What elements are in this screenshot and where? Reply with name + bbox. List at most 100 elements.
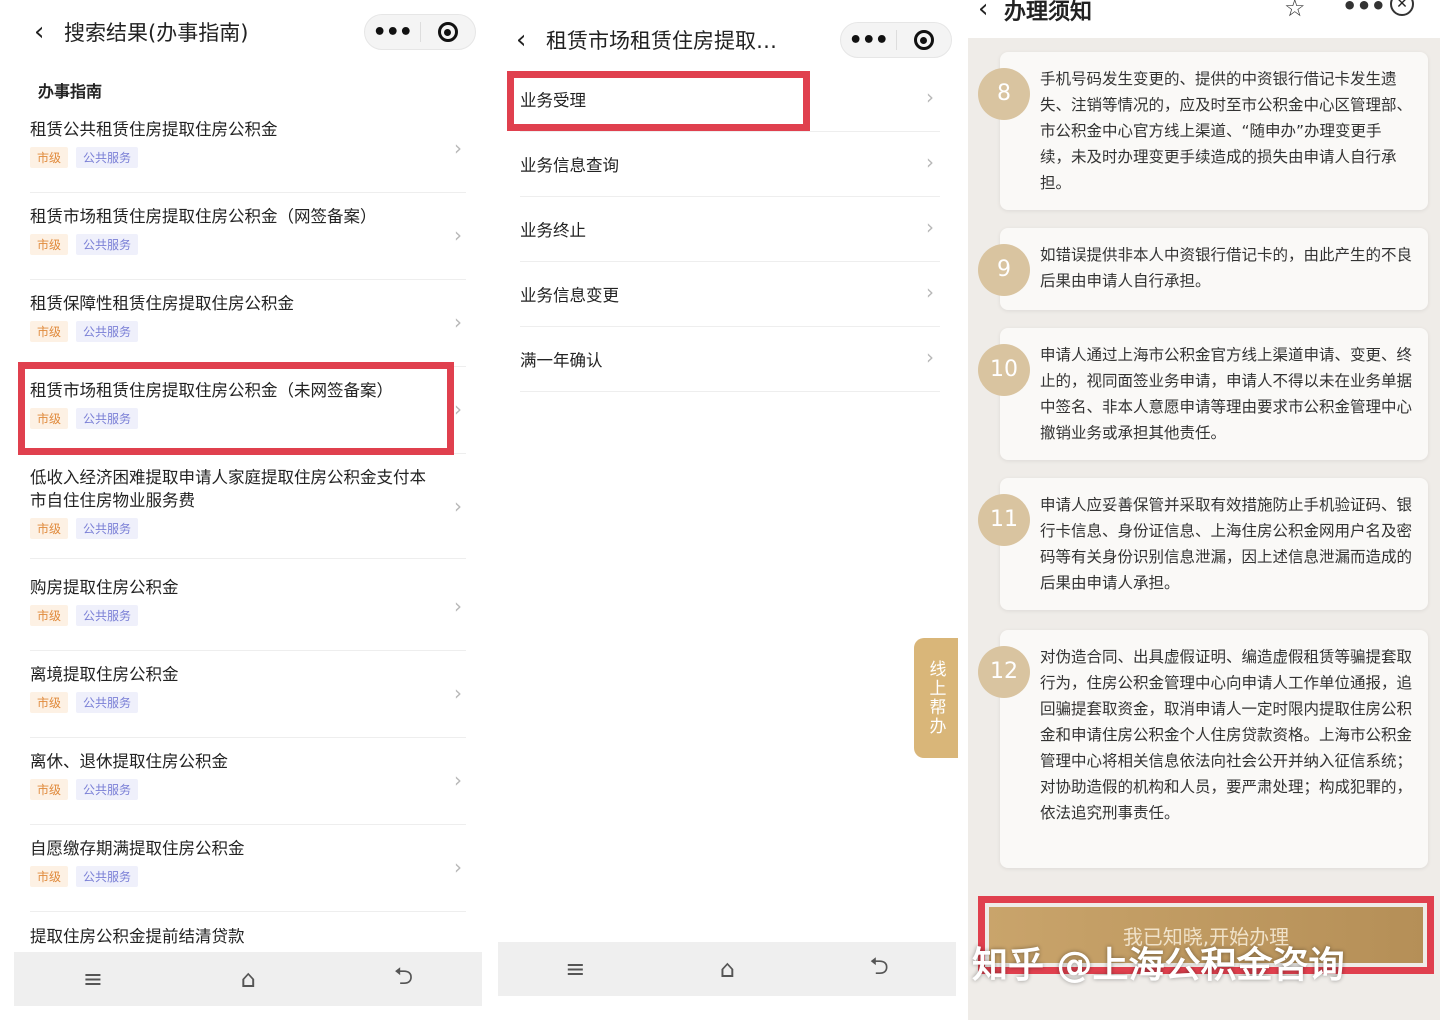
note-number: 8 bbox=[978, 68, 1030, 120]
chevron-right-icon: › bbox=[926, 85, 934, 109]
service-tag: 公共服务 bbox=[76, 147, 139, 168]
online-help-button[interactable]: 线上帮办 bbox=[914, 638, 958, 758]
chevron-right-icon: › bbox=[454, 310, 462, 334]
notice-panel: ‹ 办理须知 ☆ ••• ✕ 8 手机号码发生变更的、提供的中资银行借记卡发生遗… bbox=[968, 0, 1440, 1020]
chevron-right-icon: › bbox=[454, 494, 462, 518]
list-item[interactable]: 自愿缴存期满提取住房公积金 市级 公共服务 › bbox=[30, 837, 466, 912]
chevron-right-icon: › bbox=[454, 681, 462, 705]
level-tag: 市级 bbox=[30, 321, 69, 342]
chevron-right-icon: › bbox=[926, 150, 934, 174]
level-tag: 市级 bbox=[30, 866, 69, 887]
more-dots-icon[interactable]: ••• bbox=[365, 20, 420, 45]
chevron-right-icon: › bbox=[454, 223, 462, 247]
menu-item-label: 满一年确认 bbox=[520, 351, 603, 370]
list-item[interactable]: 租赁公共租赁住房提取住房公积金 市级 公共服务 › bbox=[30, 118, 466, 193]
note-text: 申请人通过上海市公积金官方线上渠道申请、变更、终止的，视同面签业务申请，申请人不… bbox=[1040, 346, 1413, 442]
menu-item-terminate[interactable]: 业务终止 › bbox=[520, 197, 940, 262]
service-tag: 公共服务 bbox=[76, 321, 139, 342]
service-tag: 公共服务 bbox=[76, 692, 139, 713]
section-title: 办事指南 bbox=[38, 82, 103, 101]
menu-item-label: 业务信息变更 bbox=[520, 286, 619, 305]
bottom-navbar: ≡ ⌂ ⮌ bbox=[14, 952, 482, 1006]
level-tag: 市级 bbox=[30, 692, 69, 713]
bottom-navbar: ≡ ⌂ ⮌ bbox=[498, 942, 956, 996]
highlight-box bbox=[18, 362, 454, 455]
note-number: 12 bbox=[978, 646, 1030, 698]
menu-item-query[interactable]: 业务信息查询 › bbox=[520, 132, 940, 197]
list-item[interactable]: 离休、退休提取住房公积金 市级 公共服务 › bbox=[30, 750, 466, 825]
chevron-left-icon[interactable]: ‹ bbox=[34, 17, 64, 47]
list-item[interactable]: 低收入经济困难提取申请人家庭提取住房公积金支付本市自住住房物业服务费 市级 公共服… bbox=[30, 466, 466, 559]
list-item[interactable]: 租赁保障性租赁住房提取住房公积金 市级 公共服务 › bbox=[30, 292, 466, 367]
note-card: 11 申请人应妥善保管并采取有效措施防止手机验证码、银行卡信息、身份证信息、上海… bbox=[978, 478, 1428, 610]
list-item[interactable]: 提取住房公积金提前结清贷款 bbox=[30, 925, 466, 955]
more-dots-icon[interactable]: ••• bbox=[841, 28, 896, 53]
item-title: 离境提取住房公积金 bbox=[30, 665, 179, 684]
level-tag: 市级 bbox=[30, 779, 69, 800]
menu-item-label: 业务终止 bbox=[520, 221, 586, 240]
business-menu-panel: ‹ 租赁市场租赁住房提取… ••• 业务受理 › 业务信息查询 › 业务终止 ›… bbox=[490, 0, 968, 1020]
note-text: 对伪造合同、出具虚假证明、编造虚假租赁等骗提套取行为，住房公积金管理中心向申请人… bbox=[1040, 648, 1413, 822]
chevron-left-icon[interactable]: ‹ bbox=[978, 0, 988, 24]
item-title: 租赁公共租赁住房提取住房公积金 bbox=[30, 120, 278, 139]
menu-item-label: 业务信息查询 bbox=[520, 156, 619, 175]
item-title: 离休、退休提取住房公积金 bbox=[30, 752, 228, 771]
list-item[interactable]: 租赁市场租赁住房提取住房公积金（网签备案） 市级 公共服务 › bbox=[30, 205, 466, 280]
page-title: 搜索结果(办事指南) bbox=[64, 21, 249, 45]
note-text: 如错误提供非本人中资银行借记卡的，由此产生的不良后果由申请人自行承担。 bbox=[1040, 246, 1413, 290]
chevron-right-icon: › bbox=[454, 136, 462, 160]
list-item[interactable]: 购房提取住房公积金 市级 公共服务 › bbox=[30, 576, 466, 651]
record-icon[interactable] bbox=[421, 22, 476, 42]
note-text: 申请人应妥善保管并采取有效措施防止手机验证码、银行卡信息、身份证信息、上海住房公… bbox=[1040, 496, 1413, 592]
note-text: 手机号码发生变更的、提供的中资银行借记卡发生遗失、注销等情况的，应及时至市公积金… bbox=[1040, 70, 1413, 192]
home-icon[interactable]: ⌂ bbox=[241, 965, 256, 993]
chevron-left-icon[interactable]: ‹ bbox=[516, 25, 546, 55]
watermark: 知乎 @上海公积金咨询 bbox=[972, 945, 1345, 986]
note-number: 10 bbox=[978, 344, 1030, 396]
note-number: 11 bbox=[978, 494, 1030, 546]
list-item[interactable]: 离境提取住房公积金 市级 公共服务 › bbox=[30, 663, 466, 738]
item-title: 提取住房公积金提前结清贷款 bbox=[30, 927, 245, 946]
menu-item-change[interactable]: 业务信息变更 › bbox=[520, 262, 940, 327]
menu-item-confirm[interactable]: 满一年确认 › bbox=[520, 327, 940, 392]
home-icon[interactable]: ⌂ bbox=[720, 955, 735, 983]
chevron-right-icon: › bbox=[926, 345, 934, 369]
menu-icon[interactable]: ≡ bbox=[565, 955, 585, 983]
chevron-right-icon: › bbox=[926, 280, 934, 304]
chevron-right-icon: › bbox=[454, 768, 462, 792]
record-icon[interactable] bbox=[897, 30, 952, 50]
menu-icon[interactable]: ≡ bbox=[83, 965, 103, 993]
back-icon[interactable]: ⮌ bbox=[394, 959, 413, 1000]
level-tag: 市级 bbox=[30, 234, 69, 255]
close-icon[interactable]: ✕ bbox=[1390, 0, 1414, 16]
more-dots-icon[interactable]: ••• bbox=[1342, 0, 1386, 20]
mini-program-capsule: ••• bbox=[840, 22, 952, 58]
service-tag: 公共服务 bbox=[76, 234, 139, 255]
item-title: 租赁市场租赁住房提取住房公积金（网签备案） bbox=[30, 207, 377, 226]
level-tag: 市级 bbox=[30, 518, 69, 539]
level-tag: 市级 bbox=[30, 605, 69, 626]
chevron-right-icon: › bbox=[926, 215, 934, 239]
page-title: 租赁市场租赁住房提取… bbox=[546, 29, 777, 53]
service-tag: 公共服务 bbox=[76, 866, 139, 887]
service-tag: 公共服务 bbox=[76, 779, 139, 800]
item-title: 租赁保障性租赁住房提取住房公积金 bbox=[30, 294, 294, 313]
item-title: 购房提取住房公积金 bbox=[30, 578, 179, 597]
level-tag: 市级 bbox=[30, 147, 69, 168]
search-results-panel: ‹ 搜索结果(办事指南) ••• 办事指南 租赁公共租赁住房提取住房公积金 市级… bbox=[0, 0, 490, 1020]
service-tag: 公共服务 bbox=[76, 518, 139, 539]
star-icon[interactable]: ☆ bbox=[1284, 0, 1306, 22]
note-number: 9 bbox=[978, 244, 1030, 296]
header: ‹ 办理须知 ☆ ••• ✕ bbox=[968, 0, 1440, 38]
page-title: 办理须知 bbox=[1004, 0, 1093, 25]
item-title: 自愿缴存期满提取住房公积金 bbox=[30, 839, 245, 858]
note-card: 8 手机号码发生变更的、提供的中资银行借记卡发生遗失、注销等情况的，应及时至市公… bbox=[978, 52, 1428, 210]
note-card: 10 申请人通过上海市公积金官方线上渠道申请、变更、终止的，视同面签业务申请，申… bbox=[978, 328, 1428, 460]
chevron-right-icon: › bbox=[454, 594, 462, 618]
back-icon[interactable]: ⮌ bbox=[870, 949, 889, 990]
note-card: 12 对伪造合同、出具虚假证明、编造虚假租赁等骗提套取行为，住房公积金管理中心向… bbox=[978, 630, 1428, 868]
item-title: 低收入经济困难提取申请人家庭提取住房公积金支付本市自住住房物业服务费 bbox=[30, 468, 426, 510]
service-tag: 公共服务 bbox=[76, 605, 139, 626]
chevron-right-icon: › bbox=[454, 855, 462, 879]
chevron-right-icon: › bbox=[454, 397, 462, 421]
